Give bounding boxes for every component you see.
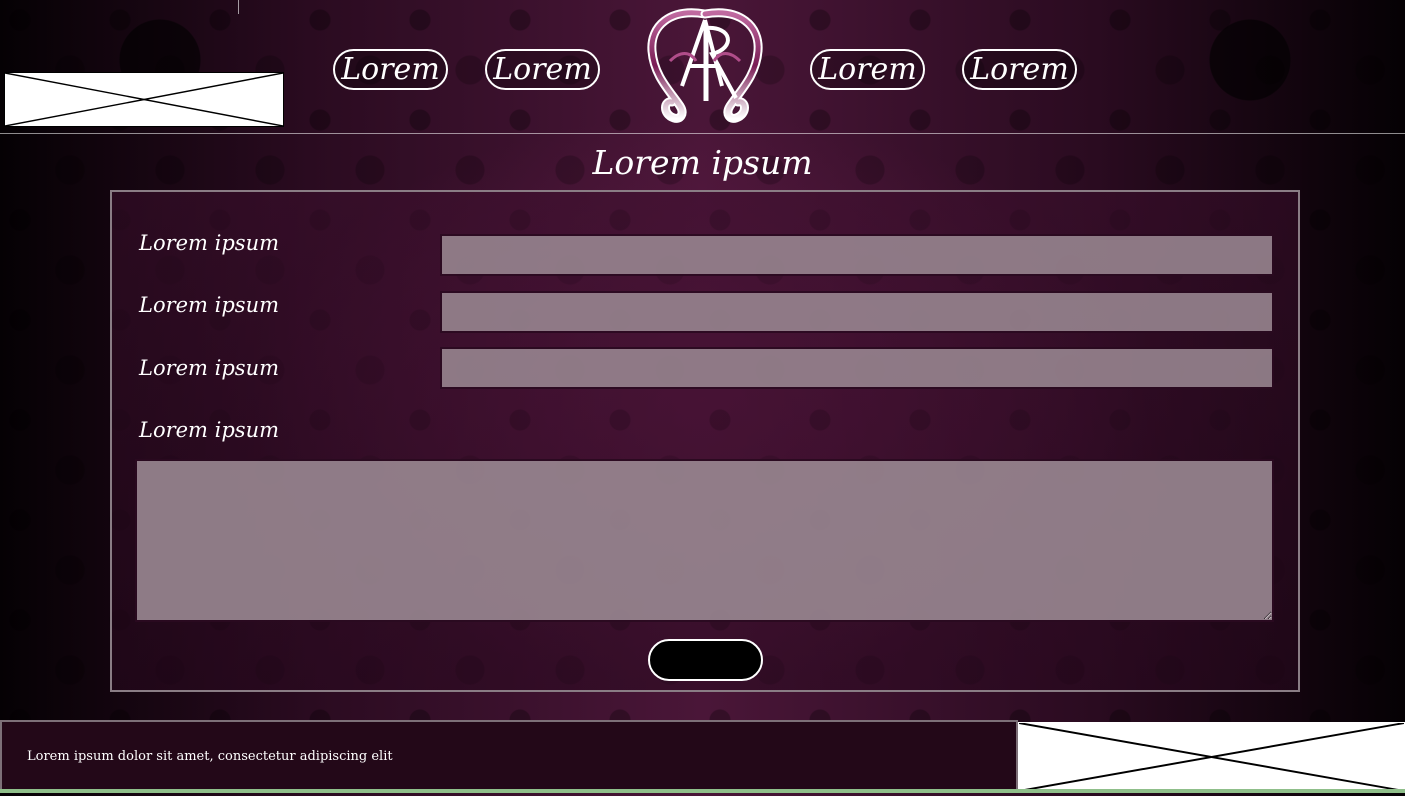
form-input-3[interactable] (440, 347, 1274, 389)
message-textarea[interactable] (135, 459, 1274, 622)
form-input-1[interactable] (440, 234, 1274, 276)
field-label-2: Lorem ipsum (139, 293, 280, 317)
form-input-2[interactable] (440, 291, 1274, 333)
page-title: Lorem ipsum (592, 143, 813, 182)
nav-button-1[interactable]: Lorem (333, 49, 448, 90)
submit-button[interactable] (648, 639, 763, 681)
header-image-placeholder (4, 72, 284, 127)
header-divider (0, 133, 1405, 134)
footer-text: Lorem ipsum dolor sit amet, consectetur … (27, 749, 393, 764)
nav-button-3[interactable]: Lorem (810, 49, 925, 90)
logo[interactable] (640, 6, 770, 124)
field-label-1: Lorem ipsum (139, 231, 280, 255)
bottom-strip (0, 789, 1405, 793)
message-label: Lorem ipsum (139, 418, 280, 442)
nav-button-2[interactable]: Lorem (485, 49, 600, 90)
image-placeholder-icon (1019, 723, 1404, 791)
nav-button-4[interactable]: Lorem (962, 49, 1077, 90)
ar-monogram-logo-icon (647, 8, 763, 123)
image-placeholder-icon (5, 73, 283, 126)
header-tick-mark (238, 0, 239, 14)
footer-image-placeholder (1018, 722, 1405, 792)
field-label-3: Lorem ipsum (139, 356, 280, 380)
